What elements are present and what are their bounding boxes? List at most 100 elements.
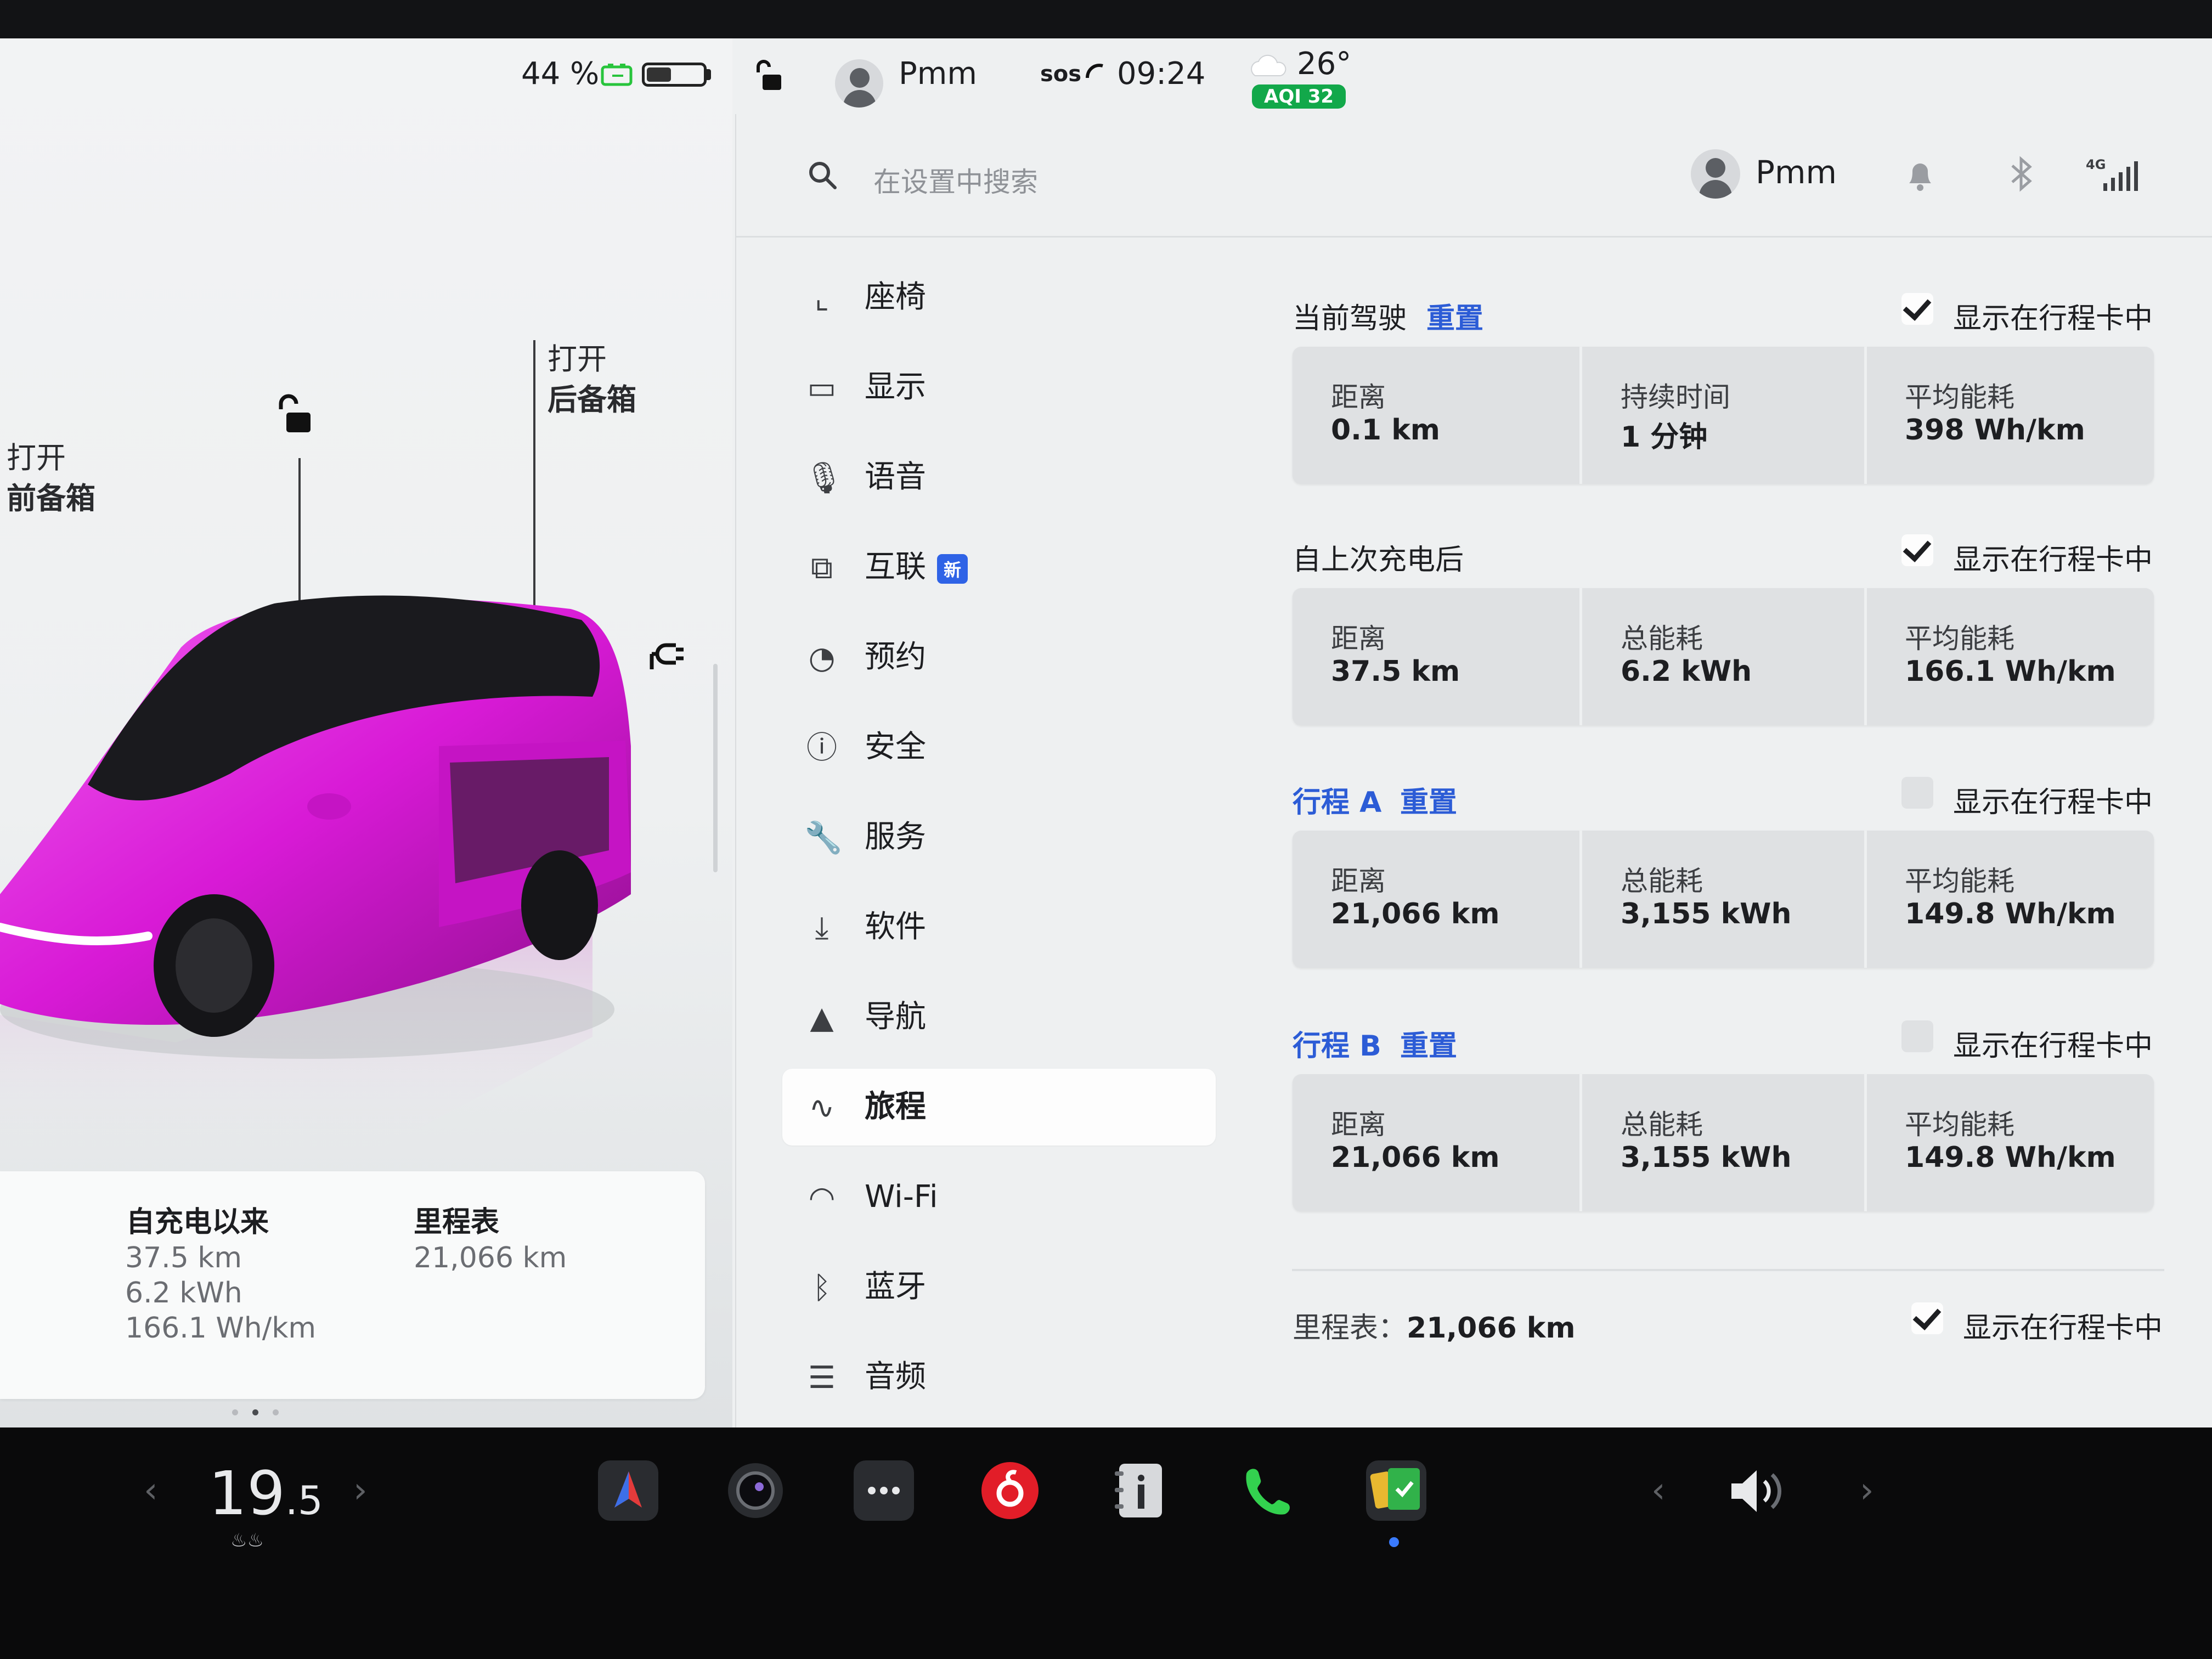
profile-avatar[interactable] (1691, 149, 1740, 199)
trip-stat-value: 3,155 kWh (1621, 1141, 1792, 1174)
download-icon: ⤓ (815, 910, 829, 946)
wrench-icon: 🔧 (804, 820, 843, 856)
frunk-action-label: 打开 (7, 441, 66, 475)
nav-item-1[interactable]: ▭ 显示 (782, 349, 1216, 426)
cabin-temperature[interactable]: 19.5 (208, 1458, 323, 1528)
nav-item-11[interactable]: ᛒ 蓝牙 (782, 1249, 1216, 1325)
section-title-trip-b: 行程 B (1293, 1030, 1381, 1063)
navigation-app-icon[interactable] (598, 1460, 658, 1521)
odometer-show-label: 显示在行程卡中 (1963, 1312, 2163, 1345)
bluetooth-icon[interactable] (2008, 155, 2035, 193)
reset-button-current[interactable]: 重置 (1426, 295, 1483, 336)
battery-tip (707, 69, 711, 80)
nav-item-label: 安全 (865, 729, 926, 765)
nav-item-label: 旅程 (865, 1089, 926, 1125)
show-in-card-checkbox[interactable] (1901, 1020, 1933, 1052)
nav-item-label: 互联 (865, 549, 926, 585)
trunk-action-label: 打开 (548, 342, 607, 376)
nav-item-label: 显示 (865, 369, 926, 405)
checkmark-icon (1903, 533, 1932, 562)
nav-item-label: 语音 (865, 459, 926, 495)
reset-button-trip-b[interactable]: 重置 (1400, 1023, 1457, 1064)
frunk-open-button[interactable]: 打开 前备箱 (7, 438, 95, 519)
trip-stat-value: 149.8 Wh/km (1905, 898, 2116, 930)
driver-avatar[interactable] (835, 59, 883, 108)
show-in-card-label: 显示在行程卡中 (1953, 544, 2153, 577)
outside-temperature: 26° (1297, 46, 1352, 82)
trip-stat-value: 166.1 Wh/km (1905, 655, 2116, 688)
manual-app-icon[interactable] (1109, 1460, 1170, 1521)
vehicle-panel-scrollbar[interactable] (713, 664, 718, 872)
trip-stat-value: 0.1 km (1331, 414, 1440, 447)
nav-item-5[interactable]: ⓘ 安全 (782, 709, 1216, 786)
since-charge-title: 自充电以来 (126, 1206, 269, 1239)
nav-item-label: 服务 (865, 819, 926, 855)
driver-name[interactable]: Pmm (899, 56, 977, 92)
active-app-indicator (1389, 1537, 1399, 1547)
calendar-app-icon[interactable] (1366, 1460, 1426, 1521)
reset-button-trip-a[interactable]: 重置 (1400, 779, 1457, 820)
temp-decimal: .5 (285, 1477, 323, 1523)
nav-item-6[interactable]: 🔧 服务 (782, 799, 1216, 876)
nav-item-0[interactable]: ⌞ 座椅 (782, 259, 1216, 336)
unlock-icon[interactable] (273, 394, 317, 438)
lock-status-icon[interactable] (754, 59, 787, 92)
trip-stat-cell: 持续时间 1 分钟 (1579, 347, 1867, 484)
nav-item-2[interactable]: 🎙 语音 (782, 439, 1216, 516)
card-page-indicator[interactable] (225, 1407, 286, 1418)
seat-icon: ⌞ (814, 280, 830, 316)
clock: 09:24 (1117, 56, 1206, 92)
connect-icon: ⧉ (811, 550, 833, 586)
trip-card-current: 距离 0.1 km 持续时间 1 分钟 平均能耗 398 Wh/km (1293, 347, 2154, 484)
bell-icon[interactable] (1905, 158, 1936, 193)
show-in-card-checkbox[interactable] (1901, 533, 1933, 566)
charging-icon (601, 64, 633, 86)
odometer-divider (1292, 1269, 2164, 1271)
trip-stat-cell: 平均能耗 398 Wh/km (1866, 347, 2153, 484)
volume-icon[interactable] (1726, 1464, 1792, 1519)
show-in-card-checkbox[interactable] (1901, 292, 1933, 325)
trip-stats-card[interactable]: 自充电以来 37.5 km 6.2 kWh 166.1 Wh/km 里程表 21… (0, 1171, 705, 1399)
show-in-card-checkbox[interactable] (1901, 777, 1933, 809)
nav-item-10[interactable]: ◠ Wi-Fi (782, 1159, 1216, 1235)
nav-item-label: 导航 (865, 999, 926, 1035)
trunk-open-button[interactable]: 打开 后备箱 (548, 339, 636, 420)
profile-name[interactable]: Pmm (1756, 154, 1837, 191)
trip-stat-cell: 平均能耗 149.8 Wh/km (1866, 831, 2153, 968)
nav-item-7[interactable]: ⤓ 软件 (782, 889, 1216, 966)
settings-header: 在设置中搜索 Pmm 4G (736, 114, 2212, 238)
battery-percent: 44 % (521, 56, 600, 92)
more-apps-icon[interactable] (854, 1460, 914, 1521)
nav-item-label: 座椅 (865, 279, 926, 315)
nav-item-9[interactable]: ∿ 旅程 (782, 1069, 1216, 1146)
nav-item-4[interactable]: ◔ 预约 (782, 619, 1216, 696)
trip-stat-value: 37.5 km (1331, 655, 1460, 688)
temp-up-button[interactable]: › (353, 1470, 368, 1511)
camera-app-icon[interactable] (725, 1460, 786, 1521)
vehicle-panel: 打开 前备箱 打开 后备箱 自充电以来 37.5 km 6.2 kWh 166.… (0, 38, 732, 1427)
nav-item-3[interactable]: ⧉ 互联新 (782, 529, 1216, 606)
trip-stat-cell: 总能耗 6.2 kWh (1579, 588, 1867, 725)
sos-button[interactable]: sos (1040, 61, 1106, 87)
search-icon[interactable] (806, 159, 839, 192)
nav-item-label: 音频 (865, 1359, 926, 1395)
temp-main: 19 (208, 1458, 285, 1528)
nav-item-12[interactable]: ☰ 音频 (782, 1339, 1216, 1415)
nav-item-8[interactable]: ▲ 导航 (782, 979, 1216, 1056)
seat-heater-icon[interactable]: ♨♨ (230, 1530, 264, 1551)
volume-up-button[interactable]: › (1860, 1470, 1874, 1511)
battery-gauge[interactable] (642, 63, 707, 87)
temp-down-button[interactable]: ‹ (144, 1470, 158, 1511)
volume-down-button[interactable]: ‹ (1651, 1470, 1666, 1511)
phone-app-icon[interactable] (1235, 1460, 1296, 1521)
settings-search-input[interactable]: 在设置中搜索 (873, 160, 1038, 200)
odometer-row-value: 21,066 km (1407, 1312, 1576, 1345)
odometer-title: 里程表 (414, 1206, 500, 1239)
netease-music-app-icon[interactable] (980, 1460, 1040, 1521)
trip-stat-label: 总能耗 (1621, 623, 1703, 654)
since-charge-avg: 166.1 Wh/km (125, 1312, 317, 1345)
schedule-icon: ◔ (808, 640, 836, 676)
trip-stat-label: 平均能耗 (1905, 1109, 2015, 1141)
odometer-show-checkbox[interactable] (1911, 1301, 1943, 1334)
trip-stat-label: 距离 (1331, 1109, 1386, 1141)
